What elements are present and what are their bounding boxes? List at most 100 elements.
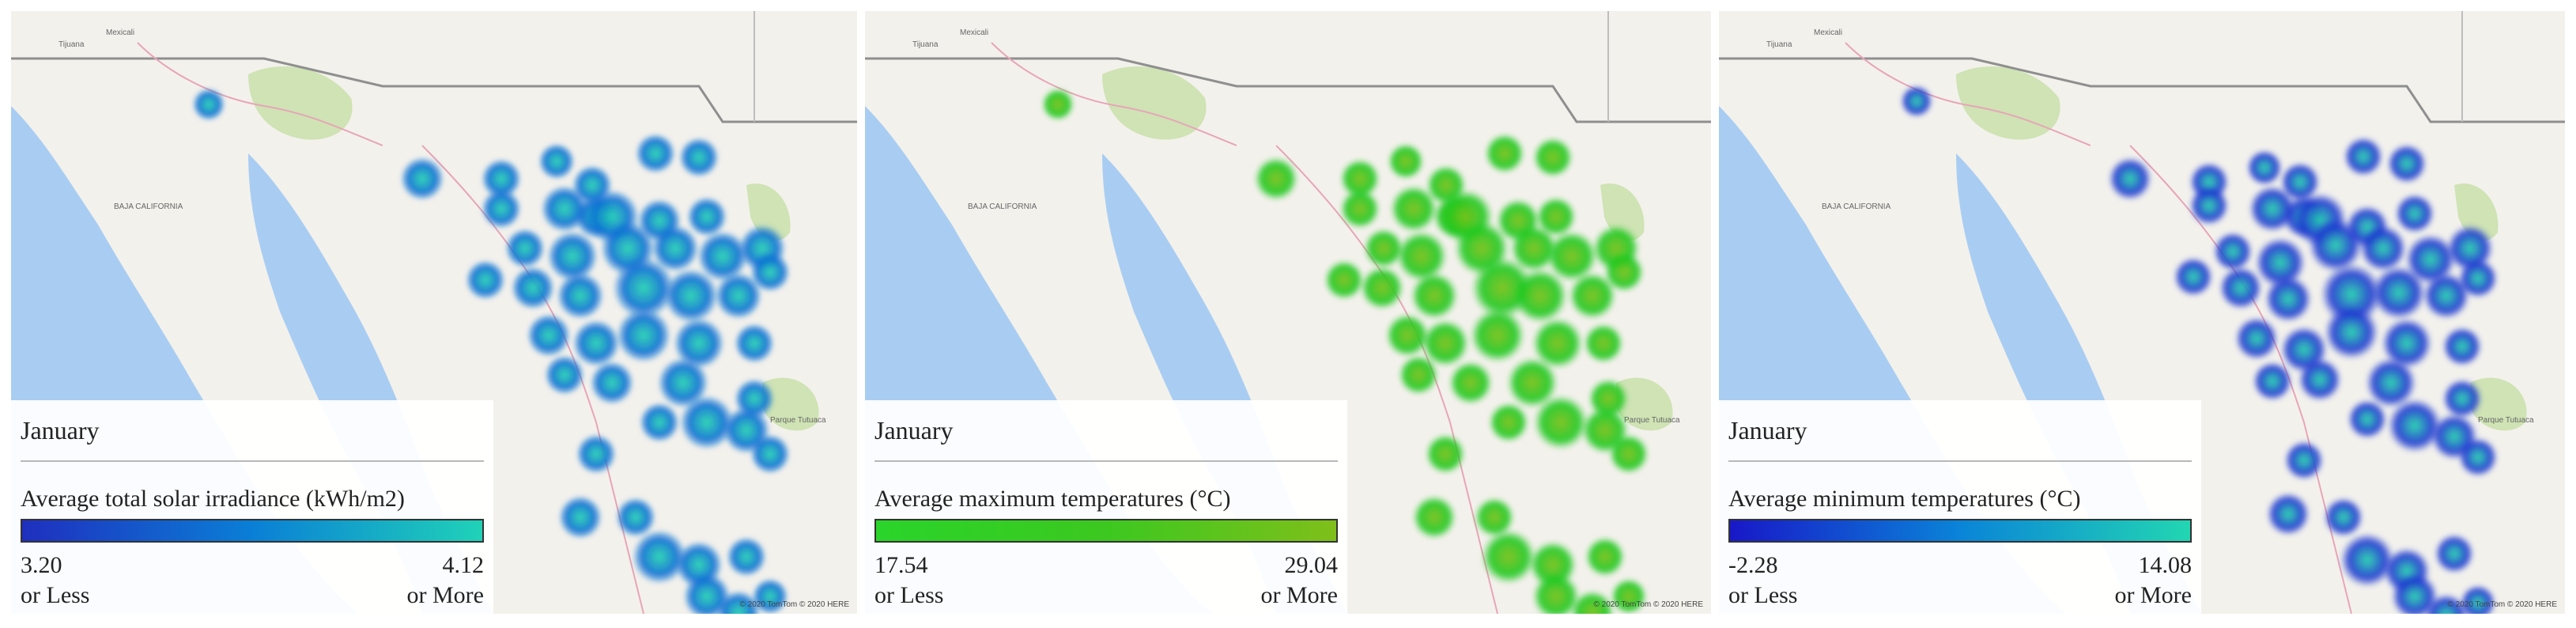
heat-blob bbox=[527, 313, 571, 358]
map-label: BAJA CALIFORNIA bbox=[968, 202, 1037, 211]
heat-blob bbox=[2264, 275, 2312, 323]
heat-blob bbox=[2423, 272, 2470, 320]
heat-blob bbox=[558, 495, 602, 539]
map-panel-solar-irradiance[interactable]: BAJA CALIFORNIA Parque Tutuaca Mexicali Tij… bbox=[11, 11, 857, 614]
legend-metric: Average maximum temperatures (°C) bbox=[874, 486, 1231, 512]
heat-blob bbox=[1470, 308, 1525, 363]
heat-blob bbox=[734, 323, 775, 364]
heat-blob bbox=[576, 433, 617, 475]
heat-blob bbox=[1608, 433, 1649, 475]
heat-blob bbox=[1398, 354, 1439, 395]
heat-blob bbox=[2343, 136, 2384, 177]
map-label: Tijuana bbox=[1766, 40, 1792, 49]
heat-blob bbox=[615, 497, 656, 538]
legend-divider bbox=[874, 460, 1338, 462]
heat-blob bbox=[686, 196, 727, 237]
legend-max-value: 29.04 bbox=[1284, 552, 1339, 578]
map-label: BAJA CALIFORNIA bbox=[1822, 202, 1891, 211]
map-attribution: © 2020 TomTom © 2020 HERE bbox=[2447, 600, 2557, 609]
legend-max-label: or More bbox=[2114, 582, 2192, 608]
map-label: Parque Tutuaca bbox=[2478, 416, 2534, 425]
legend-min-value: 3.20 bbox=[21, 552, 62, 578]
heat-blob bbox=[1360, 266, 1404, 310]
heat-blob bbox=[590, 361, 634, 405]
heat-blob bbox=[2298, 358, 2342, 402]
legend: January Average minimum temperatures (°C… bbox=[1719, 400, 2201, 614]
legend-max-label: or More bbox=[406, 582, 484, 608]
heat-blob bbox=[1254, 157, 1298, 201]
heat-blob bbox=[715, 272, 762, 320]
heat-blob bbox=[544, 354, 585, 395]
map-label: BAJA CALIFORNIA bbox=[114, 202, 183, 211]
heat-blob bbox=[2249, 185, 2296, 233]
heat-blob bbox=[400, 157, 444, 201]
heat-blob bbox=[2386, 143, 2427, 184]
heat-blob bbox=[1390, 185, 1437, 233]
heat-blob bbox=[2252, 361, 2293, 402]
legend-min-value: -2.28 bbox=[1728, 552, 1778, 578]
heat-blob bbox=[726, 536, 767, 577]
heat-blob bbox=[1388, 143, 1424, 180]
legend: January Average maximum temperatures (°C… bbox=[865, 400, 1347, 614]
heat-blob bbox=[2347, 399, 2388, 440]
heat-blob bbox=[511, 266, 555, 310]
heat-blob bbox=[504, 228, 546, 269]
heat-blob bbox=[2442, 326, 2483, 367]
legend-gradient-bar bbox=[21, 519, 484, 543]
legend-metric: Average minimum temperatures (°C) bbox=[1728, 486, 2081, 512]
heat-blob bbox=[2323, 497, 2364, 538]
heat-blob bbox=[1412, 495, 1456, 539]
legend-divider bbox=[1728, 460, 2192, 462]
map-attribution: © 2020 TomTom © 2020 HERE bbox=[1593, 600, 1703, 609]
heat-blob bbox=[1583, 323, 1624, 364]
heat-blob bbox=[2371, 265, 2427, 320]
heat-blob bbox=[734, 378, 775, 419]
legend-month: January bbox=[21, 416, 100, 445]
map-panel-min-temperature[interactable]: BAJA CALIFORNIA Parque Tutuaca Mexicali Tij… bbox=[1719, 11, 2565, 614]
heat-blob bbox=[1324, 259, 1365, 301]
map-label: Parque Tutuaca bbox=[770, 416, 826, 425]
map-label: Tijuana bbox=[912, 40, 939, 49]
heat-blob bbox=[1484, 133, 1525, 174]
legend-min-label: or Less bbox=[1728, 582, 1798, 608]
heat-blob bbox=[572, 320, 620, 367]
heat-blob bbox=[2283, 440, 2325, 481]
legend-min-label: or Less bbox=[874, 582, 944, 608]
heat-blob bbox=[2219, 266, 2263, 310]
map-label: Mexicali bbox=[960, 28, 988, 37]
heat-blob bbox=[481, 188, 522, 229]
legend-gradient-bar bbox=[1728, 519, 2192, 543]
heat-blob bbox=[663, 268, 719, 323]
legend-divider bbox=[21, 460, 484, 462]
heat-blob bbox=[1488, 402, 1529, 443]
heat-blob bbox=[750, 433, 791, 475]
map-label: Tijuana bbox=[59, 40, 85, 49]
heat-blob bbox=[2324, 305, 2379, 360]
map-strip: BAJA CALIFORNIA Parque Tutuaca Mexicali Tij… bbox=[0, 0, 2576, 628]
heat-blob bbox=[1513, 268, 1568, 323]
legend-metric: Average total solar irradiance (kWh/m2) bbox=[21, 486, 405, 512]
heat-blob bbox=[1588, 378, 1629, 419]
map-label: Mexicali bbox=[106, 28, 134, 37]
heat-blob bbox=[1449, 361, 1493, 405]
heat-blob bbox=[678, 137, 720, 178]
legend-min-label: or Less bbox=[21, 582, 90, 608]
heat-blob bbox=[1425, 433, 1466, 475]
map-panel-max-temperature[interactable]: BAJA CALIFORNIA Parque Tutuaca Mexicali Tij… bbox=[865, 11, 1711, 614]
heat-blob bbox=[616, 308, 671, 363]
heat-blob bbox=[1532, 137, 1573, 178]
heat-blob bbox=[1385, 313, 1430, 358]
heat-blob bbox=[192, 88, 225, 121]
heat-blob bbox=[639, 402, 680, 443]
legend-max-value: 4.12 bbox=[442, 552, 485, 578]
map-attribution: © 2020 TomTom © 2020 HERE bbox=[739, 600, 849, 609]
heat-blob bbox=[635, 133, 676, 174]
heat-blob bbox=[1585, 536, 1626, 577]
heat-blob bbox=[538, 143, 575, 180]
heat-blob bbox=[1481, 529, 1536, 584]
heat-blob bbox=[1900, 85, 1933, 118]
heat-blob bbox=[2173, 256, 2214, 297]
heat-blob bbox=[541, 185, 588, 233]
heat-blob bbox=[1041, 88, 1075, 121]
heat-blob bbox=[2394, 193, 2435, 234]
